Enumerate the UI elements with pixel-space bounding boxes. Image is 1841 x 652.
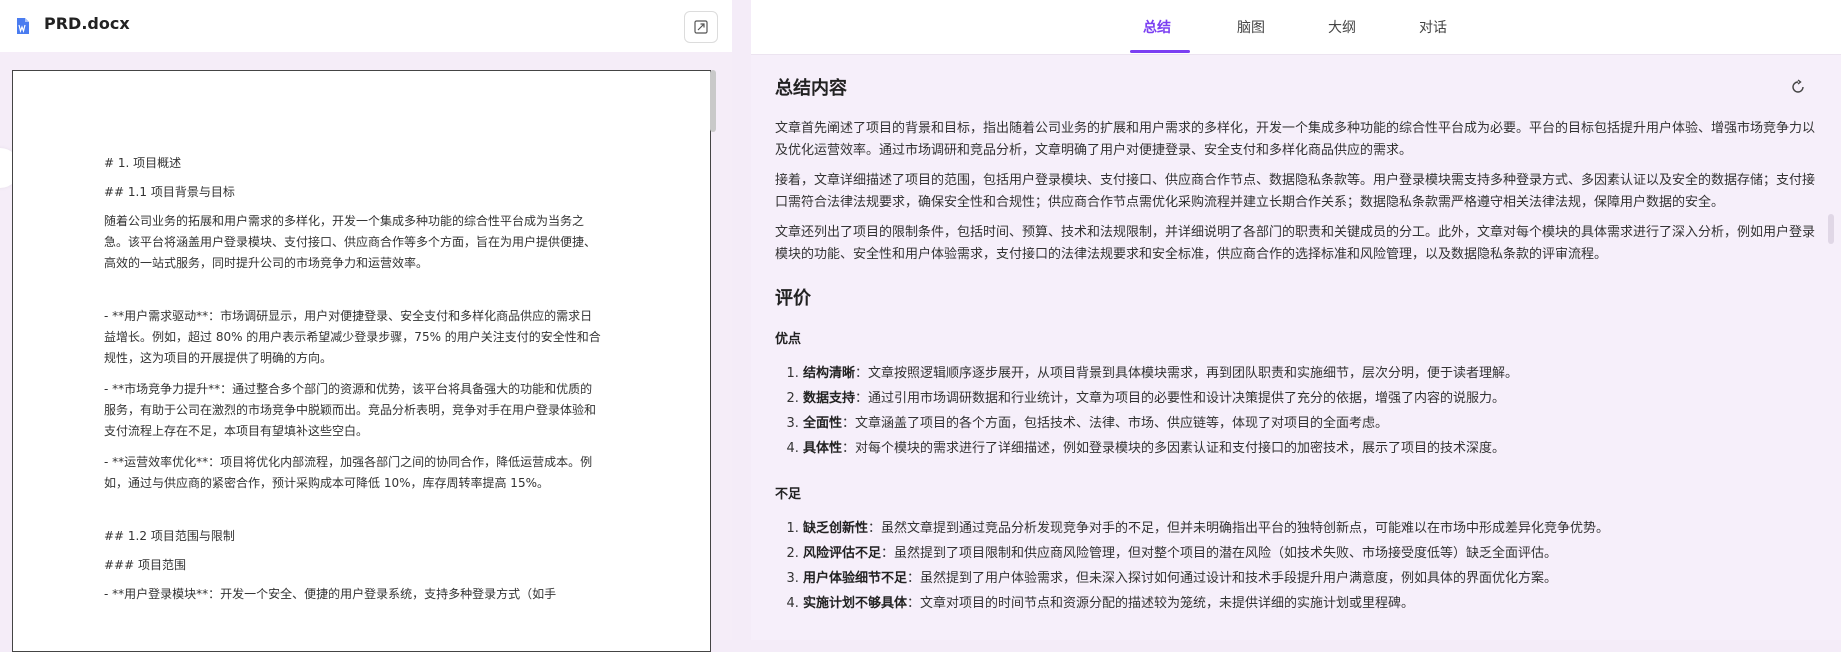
active-tab-indicator: [1130, 50, 1190, 53]
expand-button[interactable]: [684, 11, 718, 43]
doc-heading-scope: ### 项目范围: [104, 558, 186, 572]
word-doc-icon: [17, 18, 29, 34]
document-title: PRD.docx: [44, 14, 130, 33]
list-item: 实施计划不够具体：文章对项目的时间节点和资源分配的描述较为笼统，未提供详细的实施…: [803, 591, 1815, 616]
list-item: 数据支持：通过引用市场调研数据和行业统计，文章为项目的必要性和设计决策提供了充分…: [803, 386, 1815, 411]
tab-chat[interactable]: 对话: [1419, 17, 1447, 37]
doc-paragraph: - **用户登录模块**：开发一个安全、便捷的用户登录系统，支持多种登录方式（如…: [104, 587, 557, 601]
doc-heading-1-1: ## 1.1 项目背景与目标: [104, 185, 235, 199]
tab-outline[interactable]: 大纲: [1328, 17, 1356, 37]
summary-paragraph: 文章首先阐述了项目的背景和目标，指出随着公司业务的扩展和用户需求的多样化，开发一…: [775, 121, 1816, 158]
list-item: 缺乏创新性：虽然文章提到通过竞品分析发现竞争对手的不足，但并未明确指出平台的独特…: [803, 516, 1815, 541]
doc-paragraph: - **用户需求驱动**：市场调研显示，用户对便捷登录、安全支付和多样化商品供应…: [104, 309, 601, 365]
list-item: 风险评估不足：虽然提到了项目限制和供应商风险管理，但对整个项目的潜在风险（如技术…: [803, 541, 1815, 566]
analysis-panel: 总结 脑图 大纲 对话 总结内容 文章首先阐述了项目的背景和目标，指出随着公司业…: [751, 0, 1841, 640]
doc-heading-1-2: ## 1.2 项目范围与限制: [104, 529, 235, 543]
cons-list: 缺乏创新性：虽然文章提到通过竞品分析发现竞争对手的不足，但并未明确指出平台的独特…: [775, 516, 1815, 616]
evaluation-heading: 评价: [775, 288, 811, 309]
doc-paragraph: 随着公司业务的拓展和用户需求的多样化，开发一个集成多种功能的综合性平台成为当务之…: [104, 214, 597, 270]
document-content: # 1. 项目概述 ## 1.1 项目背景与目标 随着公司业务的拓展和用户需求的…: [104, 82, 604, 615]
document-panel: PRD.docx # 1. 项目概述 ## 1.1 项目背景与目标 随着公司业务…: [0, 0, 732, 652]
summary-scrollbar[interactable]: [1828, 214, 1834, 244]
document-header: PRD.docx: [0, 0, 732, 52]
pros-list: 结构清晰：文章按照逻辑顺序逐步展开，从项目背景到具体模块需求，再到团队职责和实施…: [775, 361, 1815, 461]
summary-heading: 总结内容: [775, 78, 847, 99]
list-item: 全面性：文章涵盖了项目的各个方面，包括技术、法律、市场、供应链等，体现了对项目的…: [803, 411, 1815, 436]
cons-heading: 不足: [775, 487, 802, 502]
summary-paragraph: 接着，文章详细描述了项目的范围，包括用户登录模块、支付接口、供应商合作节点、数据…: [775, 173, 1816, 210]
expand-icon: [694, 20, 708, 34]
tab-bar: 总结 脑图 大纲 对话: [751, 0, 1841, 55]
summary-content: 总结内容 文章首先阐述了项目的背景和目标，指出随着公司业务的扩展和用户需求的多样…: [775, 68, 1815, 616]
doc-heading-1: # 1. 项目概述: [104, 156, 182, 170]
document-scrollbar[interactable]: [710, 70, 716, 132]
list-item: 具体性：对每个模块的需求进行了详细描述，例如登录模块的多因素认证和支付接口的加密…: [803, 436, 1815, 461]
list-item: 结构清晰：文章按照逻辑顺序逐步展开，从项目背景到具体模块需求，再到团队职责和实施…: [803, 361, 1815, 386]
pros-heading: 优点: [775, 332, 802, 347]
doc-paragraph: - **市场竞争力提升**：通过整合多个部门的资源和优势，该平台将具备强大的功能…: [104, 382, 597, 438]
summary-paragraph: 文章还列出了项目的限制条件，包括时间、预算、技术和法规限制，并详细说明了各部门的…: [775, 225, 1816, 262]
tab-summary[interactable]: 总结: [1143, 17, 1171, 37]
doc-paragraph: - **运营效率优化**：项目将优化内部流程，加强各部门之间的协同合作，降低运营…: [104, 455, 593, 490]
list-item: 用户体验细节不足：虽然提到了用户体验需求，但未深入探讨如何通过设计和技术手段提升…: [803, 566, 1815, 591]
tab-mindmap[interactable]: 脑图: [1237, 17, 1265, 37]
